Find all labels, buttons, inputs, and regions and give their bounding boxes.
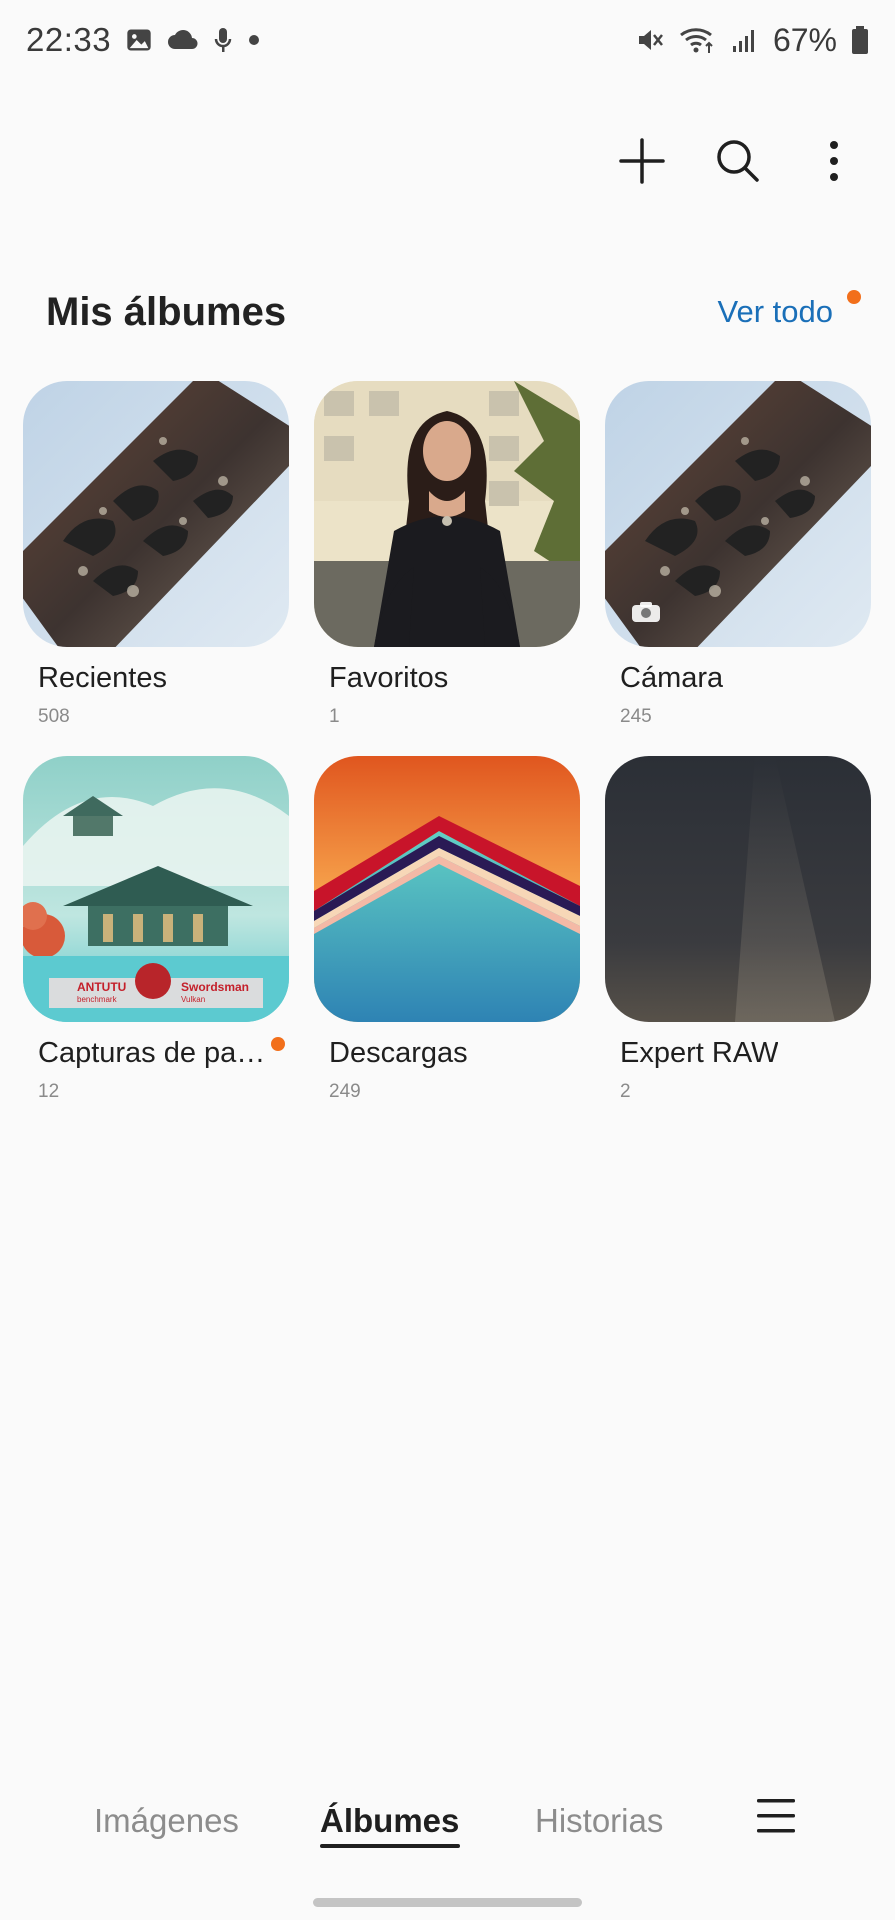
search-icon	[716, 139, 760, 188]
album-name: Descargas	[329, 1037, 468, 1069]
album-thumbnail	[314, 756, 580, 1022]
tab-imagenes[interactable]: Imágenes	[94, 1802, 239, 1840]
new-badge-dot	[271, 1037, 285, 1051]
album-thumbnail: ANTUTU benchmark Swordsman Vulkan	[23, 756, 289, 1022]
album-name-row: Recientes	[23, 662, 289, 702]
albums-section-header: Mis álbumes Ver todo	[46, 280, 865, 344]
status-right: 67%	[635, 22, 869, 59]
album-name: Recientes	[38, 662, 167, 694]
tab-albumes[interactable]: Álbumes	[320, 1802, 459, 1840]
game-title-text: Swordsman	[181, 980, 250, 994]
album-count: 245	[620, 706, 652, 727]
image-icon	[125, 26, 153, 54]
battery-icon	[851, 25, 869, 55]
mic-icon	[213, 26, 233, 54]
wifi-icon	[679, 25, 717, 55]
album-count: 1	[329, 706, 340, 727]
mute-icon	[635, 25, 665, 55]
album-favoritos[interactable]: Favoritos 1	[314, 381, 580, 728]
antutu-brand-sub: benchmark	[77, 995, 117, 1004]
album-count: 508	[38, 706, 70, 727]
hamburger-menu-icon	[756, 1799, 796, 1839]
new-badge-dot	[847, 290, 861, 304]
action-bar	[617, 137, 859, 189]
see-all-label: Ver todo	[717, 294, 833, 329]
album-expert-raw[interactable]: Expert RAW 2	[605, 756, 871, 1103]
album-name-row: Descargas	[314, 1037, 580, 1077]
tab-historias[interactable]: Historias	[535, 1802, 663, 1840]
add-button[interactable]	[617, 137, 667, 189]
antutu-brand: ANTUTU benchmark	[77, 980, 127, 1005]
status-time: 22:33	[26, 21, 112, 58]
album-descargas[interactable]: Descargas 249	[314, 756, 580, 1103]
album-capturas[interactable]: ANTUTU benchmark Swordsman Vulkan Captur…	[23, 756, 289, 1103]
cloud-icon	[167, 28, 199, 52]
battery-percent: 67%	[772, 21, 837, 58]
album-count: 249	[329, 1081, 361, 1102]
antutu-brand-text: ANTUTU	[77, 980, 127, 994]
status-bar: 22:33 67%	[0, 0, 895, 80]
album-name-row: Favoritos	[314, 662, 580, 702]
album-camara[interactable]: Cámara 245	[605, 381, 871, 728]
active-tab-indicator	[320, 1844, 460, 1848]
album-count: 12	[38, 1081, 60, 1102]
album-grid: Recientes 508 Favoritos 1 Cámara 245 ANT…	[23, 381, 871, 1103]
bottom-nav: Imágenes Álbumes Historias	[0, 1780, 895, 1870]
dot-icon	[247, 33, 261, 47]
signal-icon	[731, 26, 759, 54]
album-name: Cámara	[620, 662, 724, 694]
album-thumbnail	[605, 756, 871, 1022]
album-recientes[interactable]: Recientes 508	[23, 381, 289, 728]
album-thumbnail	[23, 381, 289, 647]
see-all-link[interactable]: Ver todo	[717, 290, 865, 330]
album-thumbnail	[605, 381, 871, 647]
album-thumbnail	[314, 381, 580, 647]
camera-icon	[631, 601, 661, 623]
add-icon	[619, 137, 665, 189]
album-name: Expert RAW	[620, 1037, 779, 1069]
game-title-sub: Vulkan	[181, 995, 206, 1004]
album-name: Favoritos	[329, 662, 449, 694]
page-title: Mis álbumes	[46, 289, 287, 334]
album-name: Capturas de pa…	[38, 1037, 266, 1069]
album-count: 2	[620, 1081, 631, 1102]
menu-button[interactable]	[756, 1797, 796, 1840]
more-vert-icon	[828, 140, 840, 187]
album-name-row: Cámara	[605, 662, 871, 702]
status-left: 22:33	[26, 21, 261, 59]
album-name-row: Expert RAW	[605, 1037, 871, 1077]
more-options-button[interactable]	[809, 138, 859, 188]
home-indicator[interactable]	[313, 1898, 582, 1907]
search-button[interactable]	[713, 138, 763, 188]
album-name-row: Capturas de pa…	[23, 1037, 289, 1077]
game-title: Swordsman Vulkan	[181, 980, 250, 1005]
